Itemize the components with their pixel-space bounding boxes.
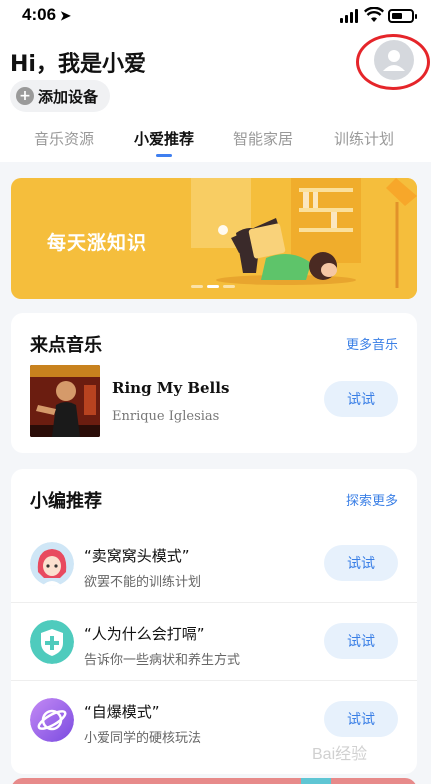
list-item-desc: 告诉你一些病状和养生方式 (84, 653, 241, 668)
list-item-title: “人为什么会打嗝” (84, 625, 205, 643)
knowledge-banner[interactable]: 每天涨知识 (11, 178, 417, 299)
active-tab-indicator (156, 154, 172, 157)
tab-training-plan[interactable]: 训练计划 (334, 128, 394, 149)
wifi-icon (364, 7, 384, 22)
editor-picks-card: 小编推荐 探索更多 “卖窝窝头模式” 欲罢不能的训练计划 试试 “人为什么会打嗝… (11, 469, 417, 774)
anime-girl-avatar-icon (30, 542, 74, 586)
explore-more-link[interactable]: 探索更多 (346, 490, 398, 509)
music-card-title: 来点音乐 (30, 335, 102, 356)
status-bar: 4:06 ➤ (0, 0, 431, 34)
status-time: 4:06 ➤ (22, 5, 71, 24)
health-shield-icon (30, 620, 74, 664)
carousel-dot[interactable] (223, 285, 235, 288)
baidu-watermark: Bai经验 (312, 746, 368, 763)
list-item-title: “自爆模式” (84, 703, 160, 721)
user-avatar-icon[interactable] (374, 40, 414, 80)
add-device-button[interactable]: + 添加设备 (10, 80, 111, 112)
song-artist: Enrique Iglesias (112, 409, 220, 424)
album-art-image (30, 365, 100, 437)
user-silhouette-icon (383, 50, 405, 71)
carousel-dot[interactable] (191, 285, 203, 288)
editor-picks-title: 小编推荐 (30, 491, 102, 512)
try-song-button[interactable]: 试试 (324, 381, 398, 417)
list-item-desc: 欲罢不能的训练计划 (84, 575, 202, 590)
cell-signal-icon (340, 9, 360, 23)
try-button[interactable]: 试试 (324, 545, 398, 581)
banner-title: 每天涨知识 (47, 232, 148, 254)
plus-icon: + (16, 87, 34, 105)
list-item-title: “卖窝窝头模式” (84, 547, 190, 565)
location-arrow-icon: ➤ (60, 8, 71, 23)
tab-xiaoai-recommend[interactable]: 小爱推荐 (134, 128, 194, 149)
tab-smart-home[interactable]: 智能家居 (233, 128, 293, 149)
more-music-link[interactable]: 更多音乐 (346, 334, 398, 353)
song-title[interactable]: Ring My Bells (112, 379, 229, 397)
list-item-mode-1[interactable]: “卖窝窝头模式” 欲罢不能的训练计划 试试 (11, 525, 417, 603)
add-device-label: 添加设备 (38, 87, 99, 106)
battery-icon (388, 9, 417, 23)
carousel-dot-active[interactable] (207, 285, 219, 288)
planet-icon (30, 698, 74, 742)
music-card: 来点音乐 更多音乐 Ring My Bells Enrique Iglesias… (11, 313, 417, 453)
header: Hi，我是小爱 + 添加设备 音乐资源 小爱推荐 智能家居 训练计划 (0, 34, 431, 162)
album-cover[interactable] (30, 365, 100, 437)
greeting-title: Hi，我是小爱 (10, 52, 146, 77)
list-item-desc: 小爱同学的硬核玩法 (84, 731, 202, 746)
carousel-dots (191, 285, 235, 288)
try-button[interactable]: 试试 (324, 623, 398, 659)
tab-music-resources[interactable]: 音乐资源 (34, 128, 94, 149)
list-item-mode-2[interactable]: “人为什么会打嗝” 告诉你一些病状和养生方式 试试 (11, 603, 417, 681)
try-button[interactable]: 试试 (324, 701, 398, 737)
tab-bar: 音乐资源 小爱推荐 智能家居 训练计划 (0, 128, 431, 162)
next-card-peek (11, 778, 417, 784)
reading-girl-illustration (181, 178, 417, 299)
